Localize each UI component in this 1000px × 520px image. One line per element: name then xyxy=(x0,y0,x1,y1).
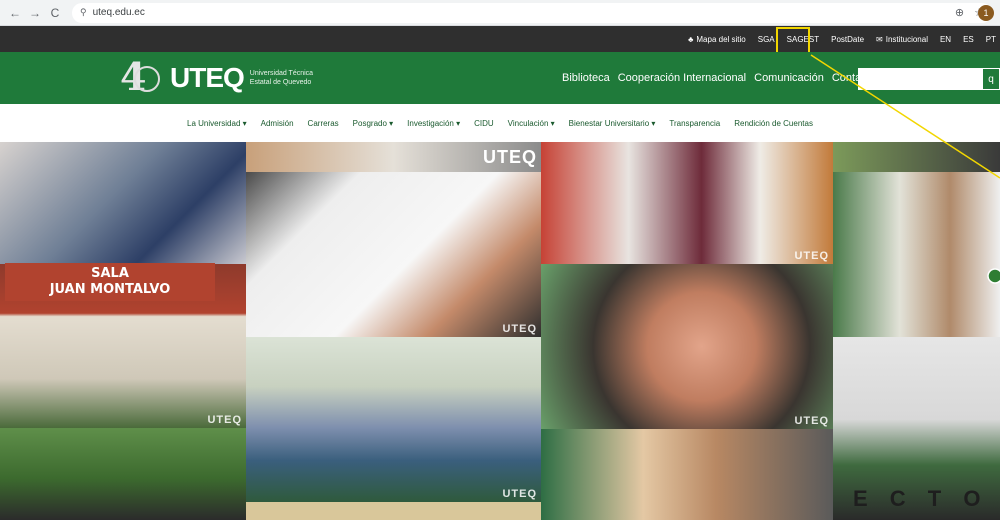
bottom-letters: E C T O xyxy=(853,486,989,511)
nav-comunicacion[interactable]: Comunicación xyxy=(754,72,824,84)
site-info-icon[interactable]: ⚲ xyxy=(80,7,87,18)
sitemap-icon: ♣ xyxy=(688,34,694,44)
browser-toolbar: ← → C ⚲ uteq.edu.ec ⊕ ☆ 1 xyxy=(0,0,1000,26)
anniversary-mark: 4 xyxy=(120,54,168,99)
uteq-logo[interactable]: 4 UTEQ Universidad Técnica Estatal de Qu… xyxy=(120,54,314,99)
postdate-link[interactable]: PostDate xyxy=(831,35,864,44)
search-input[interactable] xyxy=(858,68,982,90)
site-header: 4 UTEQ Universidad Técnica Estatal de Qu… xyxy=(0,52,1000,104)
gallery-photo[interactable]: UTEQ xyxy=(246,172,541,337)
search-icon[interactable]: q xyxy=(982,68,1000,90)
gallery-photo[interactable]: UTEQ xyxy=(246,337,541,502)
logo-text: UTEQ xyxy=(170,62,245,93)
mail-icon: ✉ xyxy=(876,34,883,44)
gallery-photo[interactable]: UTEQ xyxy=(541,264,833,429)
lang-es-link[interactable]: ES xyxy=(963,35,974,44)
nav-cooperacion[interactable]: Cooperación Internacional xyxy=(618,72,746,84)
zoom-icon[interactable]: ⊕ xyxy=(955,6,964,19)
secondary-nav: La Universidad ▾ Admisión Carreras Posgr… xyxy=(0,104,1000,142)
subnav-posgrado[interactable]: Posgrado ▾ xyxy=(353,119,393,128)
gallery-photo[interactable]: UTEQ xyxy=(541,142,833,264)
gallery-photo[interactable] xyxy=(541,429,833,520)
url-text: uteq.edu.ec xyxy=(92,7,145,18)
gallery-photo[interactable] xyxy=(833,142,1000,172)
main-nav: Biblioteca Cooperación Internacional Com… xyxy=(562,72,876,84)
sitemap-link[interactable]: ♣ Mapa del sitio xyxy=(688,35,746,44)
subnav-vinculacion[interactable]: Vinculación ▾ xyxy=(508,119,555,128)
gallery-photo[interactable]: UTEQ xyxy=(246,142,541,172)
subnav-rendicion[interactable]: Rendición de Cuentas xyxy=(734,119,813,128)
nav-biblioteca[interactable]: Biblioteca xyxy=(562,72,610,84)
logo-subtitle: Universidad Técnica Estatal de Quevedo xyxy=(249,70,314,86)
gallery-photo[interactable]: E C T O xyxy=(833,337,1000,520)
utility-bar: ♣ Mapa del sitio SGA SAGEST PostDate ✉ Ins… xyxy=(0,26,1000,52)
subnav-bienestar[interactable]: Bienestar Universitario ▾ xyxy=(569,119,656,128)
back-icon[interactable]: ← xyxy=(6,4,24,22)
profile-avatar[interactable]: 1 xyxy=(978,5,994,21)
sala-sign: SALA JUAN MONTALVO xyxy=(5,263,215,301)
subnav-carreras[interactable]: Carreras xyxy=(308,119,339,128)
address-bar[interactable]: ⚲ uteq.edu.ec ⊕ ☆ xyxy=(72,2,992,23)
subnav-la-universidad[interactable]: La Universidad ▾ xyxy=(187,119,247,128)
lang-en-link[interactable]: EN xyxy=(940,35,951,44)
reload-icon[interactable]: C xyxy=(46,4,64,22)
search-box: q xyxy=(858,68,1000,90)
photo-gallery: UTEQ UTEQ UTEQ UTEQ UTEQ UTEQ E C T O SA… xyxy=(0,142,1000,520)
forward-icon[interactable]: → xyxy=(26,4,44,22)
gallery-photo[interactable] xyxy=(246,502,541,520)
subnav-investigacion[interactable]: Investigación ▾ xyxy=(407,119,460,128)
institucional-link[interactable]: ✉ Institucional xyxy=(876,35,928,44)
gallery-photo[interactable] xyxy=(0,428,246,520)
subnav-cidu[interactable]: CIDU xyxy=(474,119,494,128)
sga-link[interactable]: SGA xyxy=(758,35,775,44)
gallery-photo[interactable] xyxy=(833,172,1000,337)
gallery-photo[interactable] xyxy=(0,142,246,264)
subnav-transparencia[interactable]: Transparencia xyxy=(669,119,720,128)
subnav-admision[interactable]: Admisión xyxy=(261,119,294,128)
lang-pt-link[interactable]: PT xyxy=(986,35,996,44)
